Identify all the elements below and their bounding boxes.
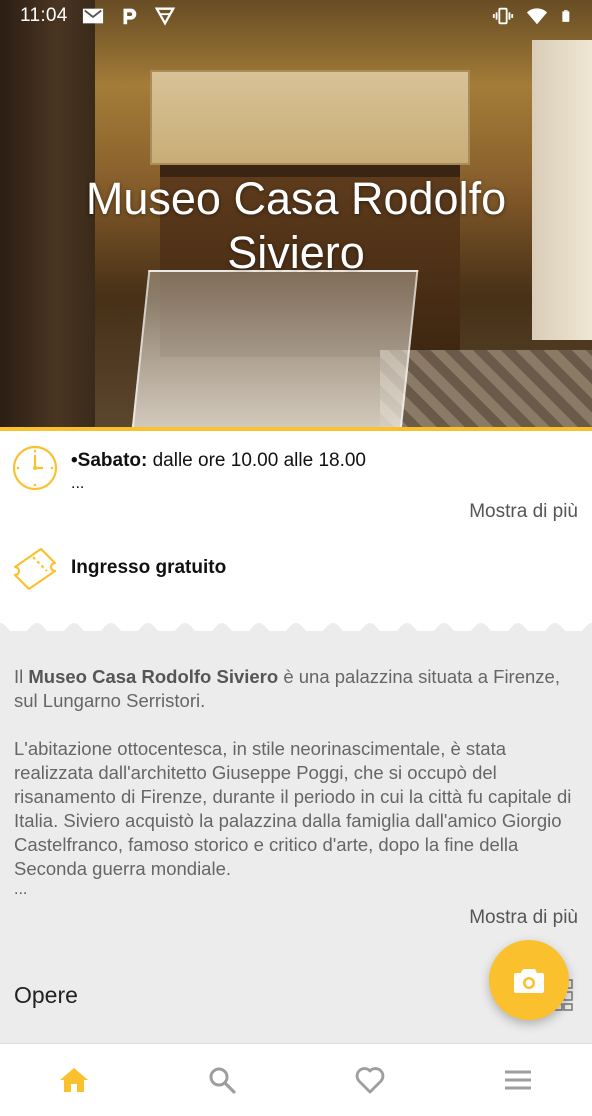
play-games-icon <box>154 7 175 26</box>
works-heading: Opere <box>14 982 78 1008</box>
admission-info: Ingresso gratuito <box>71 557 227 578</box>
status-time: 11:04 <box>20 5 68 26</box>
description-paragraph-2: L'abitazione ottocentesca, in stile neor… <box>14 738 572 879</box>
heart-icon <box>355 1067 385 1094</box>
bottom-navigation <box>0 1043 592 1116</box>
home-icon <box>60 1068 88 1092</box>
museum-title: Museo Casa Rodolfo Siviero <box>85 173 507 278</box>
nav-menu[interactable] <box>488 1050 548 1110</box>
nav-home[interactable] <box>44 1050 104 1110</box>
info-section: •Sabato: dalle ore 10.00 alle 18.00 ... … <box>0 431 592 631</box>
hero-image: Museo Casa Rodolfo Siviero <box>0 0 592 427</box>
museum-description: Il Museo Casa Rodolfo Siviero è una pala… <box>14 665 580 905</box>
hours-show-more-link[interactable]: Mostra di più <box>469 501 578 523</box>
description-paragraph-1: Il Museo Casa Rodolfo Siviero è una pala… <box>14 666 560 711</box>
search-icon <box>209 1067 236 1094</box>
menu-icon <box>505 1070 531 1090</box>
battery-icon <box>562 10 570 22</box>
description-ellipsis: ... <box>14 881 28 898</box>
parking-icon <box>123 8 136 25</box>
description-show-more-link[interactable]: Mostra di più <box>469 907 578 929</box>
camera-icon <box>514 969 544 993</box>
ticket-icon <box>13 547 57 591</box>
wifi-icon <box>526 8 548 25</box>
wave-divider <box>0 623 592 646</box>
gmail-icon <box>82 8 103 24</box>
hours-ellipsis: ... <box>71 475 85 492</box>
vibrate-icon <box>492 7 514 25</box>
camera-button[interactable] <box>489 940 569 1020</box>
status-bar: 11:04 <box>0 0 592 32</box>
nav-search[interactable] <box>192 1050 252 1110</box>
nav-favorites[interactable] <box>340 1050 400 1110</box>
clock-icon <box>12 445 58 491</box>
opening-hours: •Sabato: dalle ore 10.00 alle 18.00 <box>71 450 366 471</box>
